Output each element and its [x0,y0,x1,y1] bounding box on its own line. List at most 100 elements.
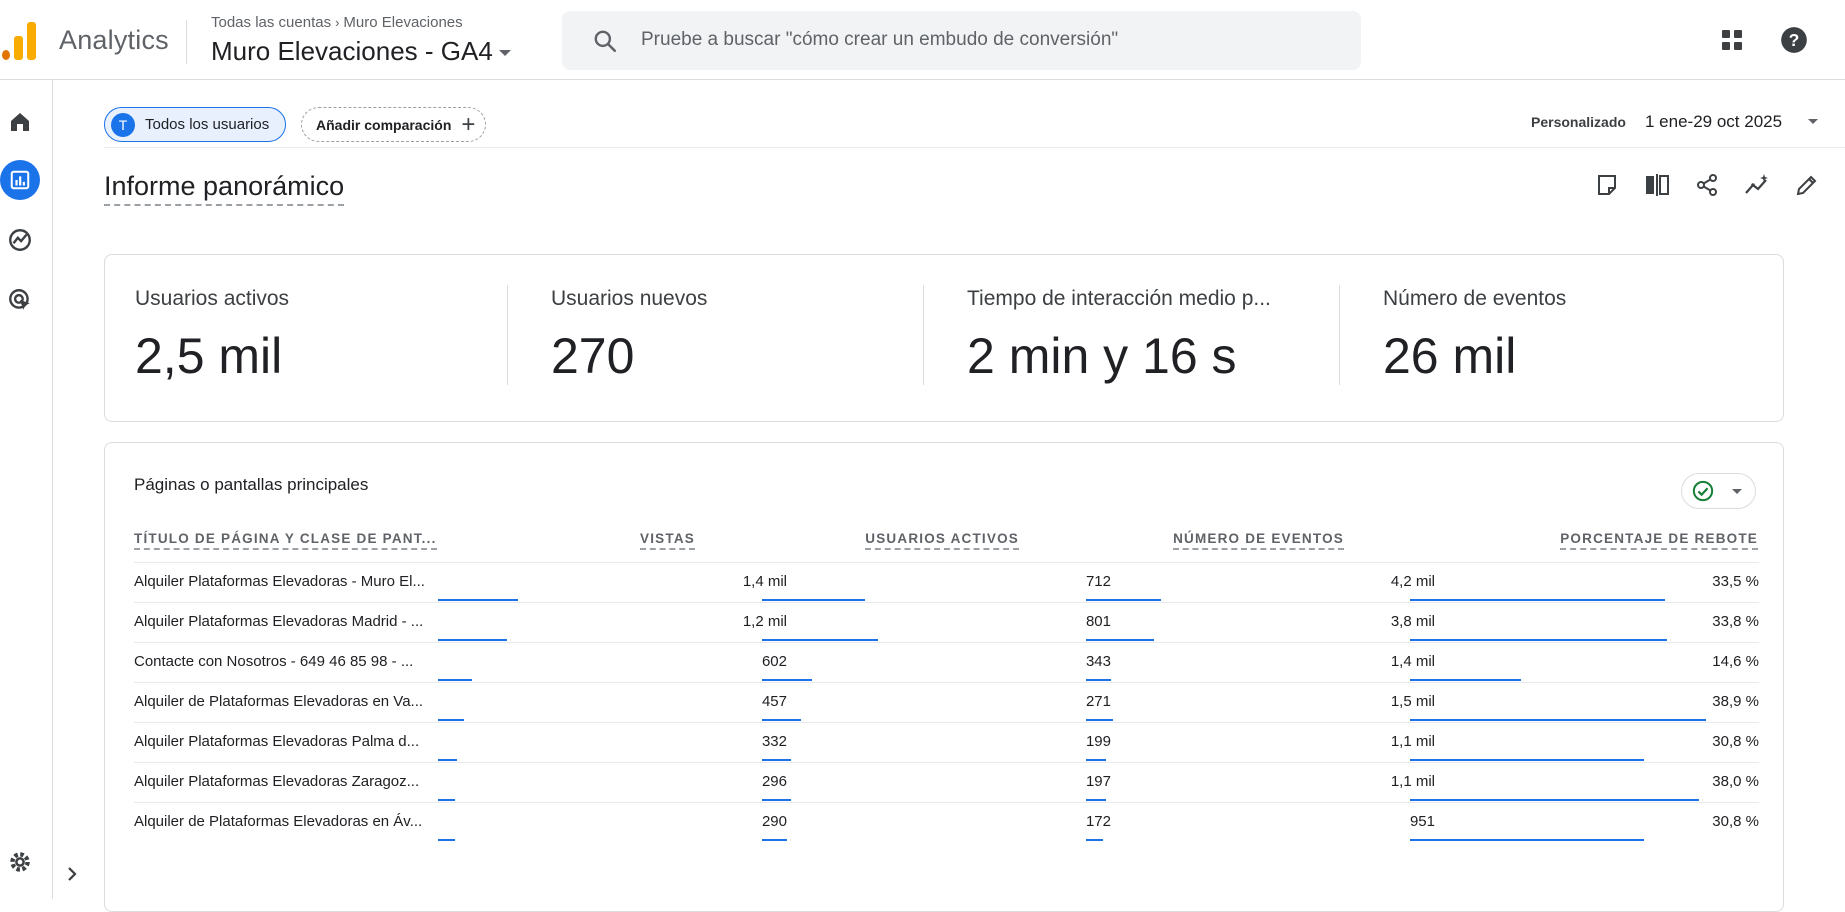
settings-icon [10,852,30,872]
kpi-event-count[interactable]: Número de eventos 26 mil [1353,255,1755,423]
kpi-label: Usuarios nuevos [551,287,708,310]
table-row[interactable]: Alquiler Plataformas Elevadoras - Muro E… [134,562,1759,602]
date-range-type: Personalizado [1531,114,1626,130]
bar-bounce [1410,799,1699,801]
add-comparison-button[interactable]: Añadir comparación + [301,107,487,142]
nav-settings[interactable] [0,842,40,882]
kpi-label: Tiempo de interacción medio p... [967,287,1271,310]
edit-icon[interactable] [1792,170,1822,200]
bar-views [438,679,472,681]
cell-users: 172 [1085,813,1111,830]
data-quality-menu[interactable] [1681,473,1756,509]
breadcrumb-item-property[interactable]: Muro Elevaciones [343,14,462,31]
chevron-right-icon [68,867,77,881]
divider [923,285,924,385]
cell-page-title[interactable]: Alquiler Plataformas Elevadoras - Muro E… [134,573,449,590]
kpi-card: Usuarios activos 2,5 mil Usuarios nuevos… [104,254,1784,422]
bar-users [762,639,878,641]
cell-page-title[interactable]: Alquiler Plataformas Elevadoras Zaragoz.… [134,773,449,790]
cell-page-title[interactable]: Alquiler Plataformas Elevadoras Madrid -… [134,613,449,630]
bar-views [438,719,464,721]
cell-bounce: 38,0 % [1712,773,1759,790]
caret-down-icon[interactable] [1808,119,1818,124]
compare-icon[interactable] [1642,170,1672,200]
cell-bounce: 33,8 % [1712,613,1759,630]
table-row[interactable]: Alquiler Plataformas Elevadoras Palma d.… [134,722,1759,762]
check-circle-icon [1692,480,1714,502]
cell-bounce: 30,8 % [1712,733,1759,750]
nav-explore[interactable] [0,220,40,260]
kpi-active-users[interactable]: Usuarios activos 2,5 mil [105,255,507,423]
cell-users: 343 [1085,653,1111,670]
cell-page-title[interactable]: Contacte con Nosotros - 649 46 85 98 - .… [134,653,449,670]
segment-label: Todos los usuarios [145,116,270,133]
bar-events [1086,759,1106,761]
table-row[interactable]: Alquiler Plataformas Elevadoras Madrid -… [134,602,1759,642]
bar-users [762,719,801,721]
kpi-value: 2,5 mil [135,328,283,384]
property-selector[interactable]: Muro Elevaciones - GA4 [211,36,511,67]
kpi-avg-engagement-time[interactable]: Tiempo de interacción medio p... 2 min y… [937,255,1339,423]
cell-events: 4,2 mil [1390,573,1435,590]
nav-advertising[interactable] [0,280,40,320]
cell-page-title[interactable]: Alquiler de Plataformas Elevadoras en Va… [134,693,449,710]
insights-icon[interactable] [1742,170,1772,200]
table-row[interactable]: Alquiler Plataformas Elevadoras Zaragoz.… [134,762,1759,802]
kpi-value: 2 min y 16 s [967,328,1237,384]
svg-text:?: ? [1789,30,1800,50]
column-header-event-count[interactable]: NÚMERO DE EVENTOS [1173,531,1344,550]
column-header-active-users[interactable]: USUARIOS ACTIVOS [865,531,1019,550]
cell-bounce: 30,8 % [1712,813,1759,830]
bar-events [1086,639,1154,641]
breadcrumb[interactable]: Todas las cuentas › Muro Elevaciones [211,14,463,31]
kpi-label: Usuarios activos [135,287,290,310]
column-header-views[interactable]: VISTAS [640,531,695,550]
property-name: Muro Elevaciones - GA4 [211,36,493,66]
nav-reports[interactable] [0,160,40,200]
expand-nav-button[interactable] [58,860,86,888]
divider [104,147,1845,148]
table-row[interactable]: Alquiler de Plataformas Elevadoras en Va… [134,682,1759,722]
column-header-bounce-rate[interactable]: PORCENTAJE DE REBOTE [1560,531,1758,550]
kpi-new-users[interactable]: Usuarios nuevos 270 [521,255,923,423]
cell-events: 3,8 mil [1390,613,1435,630]
cell-page-title[interactable]: Alquiler de Plataformas Elevadoras en Áv… [134,813,449,830]
bar-events [1086,719,1113,721]
bar-users [762,679,812,681]
cell-users: 271 [1085,693,1111,710]
help-icon[interactable]: ? [1778,24,1810,56]
analytics-logo[interactable] [2,22,38,60]
share-icon[interactable] [1692,170,1722,200]
page-title[interactable]: Informe panorámico [104,171,345,206]
bar-bounce [1410,599,1665,601]
caret-down-icon [498,50,511,57]
bar-views [438,799,455,801]
cell-events: 1,1 mil [1390,733,1435,750]
top-bar: Analytics Todas las cuentas › Muro Elevaci… [0,0,1845,80]
left-nav-rail [0,80,53,899]
search-placeholder: Pruebe a buscar "cómo crear un embudo de… [641,29,1119,50]
nav-home[interactable] [0,102,40,142]
segment-chip-all-users[interactable]: T Todos los usuarios [104,107,287,142]
notes-icon[interactable] [1592,170,1622,200]
column-header-page-title[interactable]: TÍTULO DE PÁGINA Y CLASE DE PANT... [134,531,437,550]
add-comparison-label: Añadir comparación [316,116,452,133]
explore-icon [9,229,31,251]
search-icon [594,30,617,53]
cell-users: 712 [1085,573,1111,590]
date-range-picker[interactable]: 1 ene-29 oct 2025 [1645,112,1782,132]
kpi-value: 270 [551,328,635,384]
caret-down-icon [1732,488,1742,494]
card-title: Páginas o pantallas principales [134,475,369,494]
table-row[interactable]: Alquiler de Plataformas Elevadoras en Áv… [134,802,1759,842]
bar-bounce [1410,759,1644,761]
bar-events [1086,599,1161,601]
table-row[interactable]: Contacte con Nosotros - 649 46 85 98 - .… [134,642,1759,682]
bar-users [762,759,791,761]
divider [186,20,187,64]
cell-page-title[interactable]: Alquiler Plataformas Elevadoras Palma d.… [134,733,449,750]
apps-icon[interactable] [1716,24,1748,56]
search-bar[interactable]: Pruebe a buscar "cómo crear un embudo de… [562,11,1361,70]
reports-icon [10,170,30,190]
breadcrumb-item-account[interactable]: Todas las cuentas [211,14,331,31]
